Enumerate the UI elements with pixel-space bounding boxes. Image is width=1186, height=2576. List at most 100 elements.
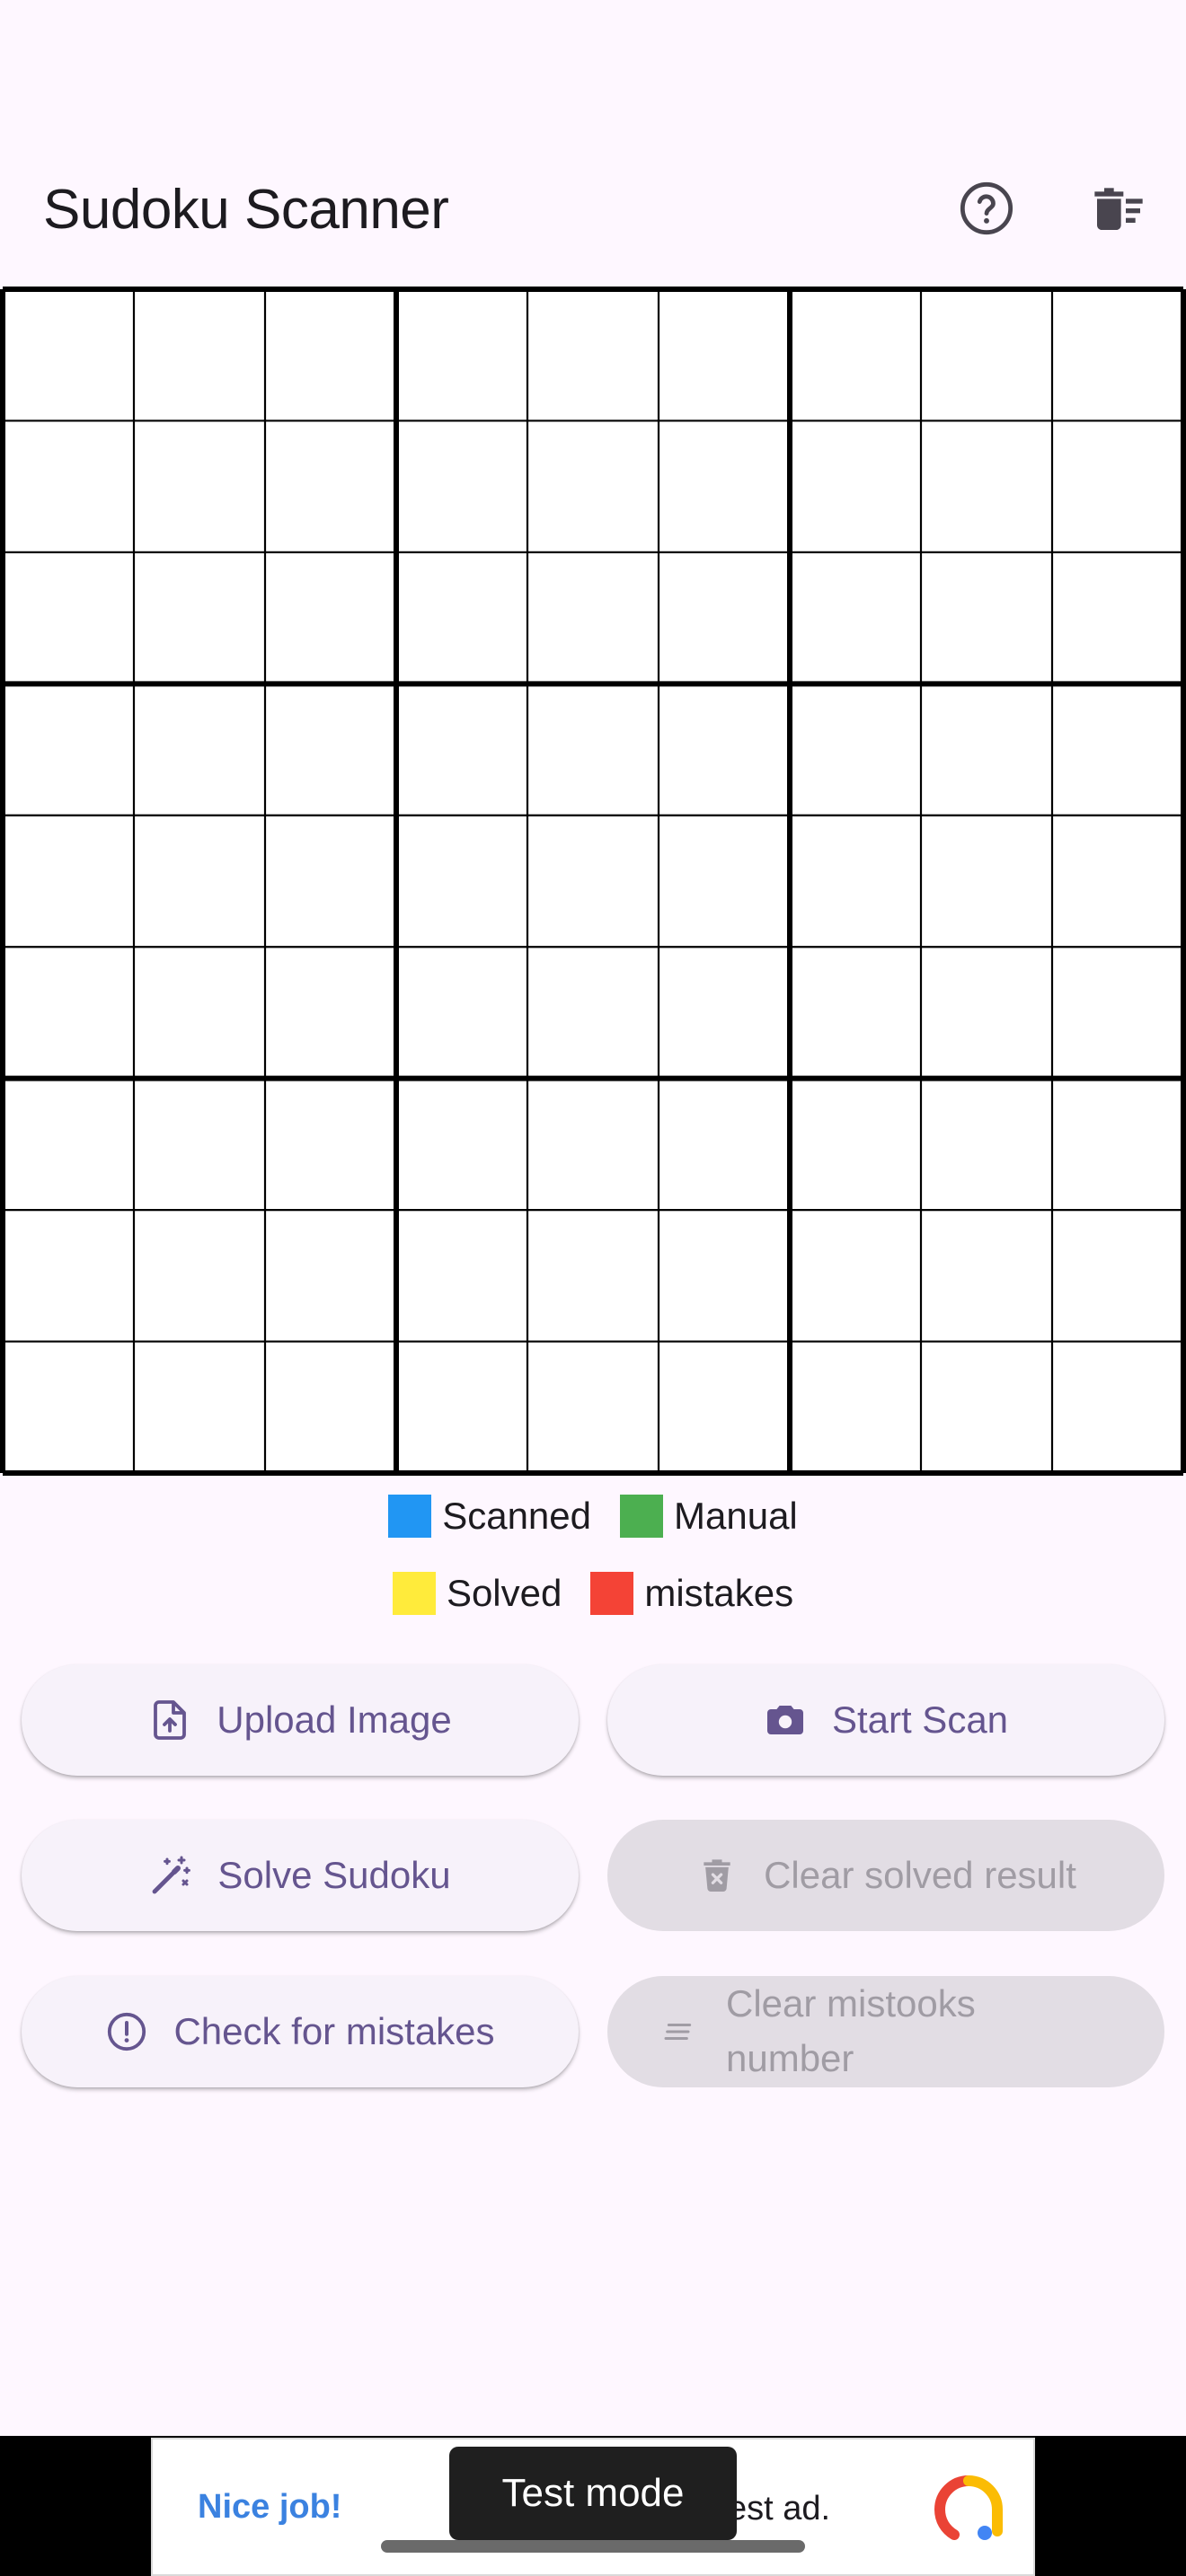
alert-circle-icon [105, 2010, 148, 2053]
sudoku-cell[interactable] [527, 1210, 659, 1342]
sudoku-cell[interactable] [527, 420, 659, 552]
sudoku-cell[interactable] [265, 947, 396, 1079]
sudoku-cell[interactable] [3, 289, 134, 421]
solve-sudoku-label: Solve Sudoku [217, 1853, 451, 1896]
sudoku-cell[interactable] [134, 947, 265, 1079]
sudoku-cell[interactable] [3, 1210, 134, 1342]
sudoku-cell[interactable] [921, 289, 1052, 421]
sudoku-cell[interactable] [1052, 947, 1183, 1079]
help-button[interactable] [951, 172, 1022, 244]
sudoku-cell[interactable] [396, 420, 527, 552]
sudoku-cell[interactable] [921, 815, 1052, 948]
sudoku-cell[interactable] [134, 289, 265, 421]
legend-swatch-manual [620, 1495, 664, 1538]
sudoku-cell[interactable] [527, 289, 659, 421]
sudoku-cell[interactable] [1052, 289, 1183, 421]
sudoku-cell[interactable] [527, 815, 659, 948]
sudoku-cell[interactable] [790, 1078, 921, 1211]
sudoku-cell[interactable] [790, 815, 921, 948]
sudoku-cell[interactable] [396, 684, 527, 816]
sudoku-cell[interactable] [134, 551, 265, 684]
sudoku-cell[interactable] [527, 947, 659, 1079]
sudoku-cell[interactable] [790, 289, 921, 421]
sudoku-cell[interactable] [790, 684, 921, 816]
sudoku-cell[interactable] [659, 289, 790, 421]
clear-mistakes-button[interactable]: Clear mistooks number [607, 1976, 1164, 2087]
sudoku-cell[interactable] [790, 420, 921, 552]
sudoku-cell[interactable] [921, 551, 1052, 684]
sudoku-cell[interactable] [790, 551, 921, 684]
sudoku-cell[interactable] [659, 815, 790, 948]
home-indicator[interactable] [381, 2540, 805, 2553]
clear-all-button[interactable] [1083, 172, 1155, 244]
sudoku-cell[interactable] [3, 551, 134, 684]
sudoku-cell[interactable] [3, 684, 134, 816]
sudoku-cell[interactable] [396, 1210, 527, 1342]
sudoku-cell[interactable] [3, 420, 134, 552]
sudoku-cell[interactable] [396, 947, 527, 1079]
sudoku-cell[interactable] [1052, 684, 1183, 816]
sudoku-cell[interactable] [790, 1341, 921, 1473]
start-scan-button[interactable]: Start Scan [607, 1664, 1164, 1776]
sudoku-cell[interactable] [3, 815, 134, 948]
sudoku-cell[interactable] [1052, 551, 1183, 684]
sudoku-cell[interactable] [265, 1078, 396, 1211]
clear-solved-result-button[interactable]: Clear solved result [607, 1820, 1164, 1931]
sudoku-cell[interactable] [396, 1078, 527, 1211]
sudoku-cell[interactable] [3, 1078, 134, 1211]
sudoku-cell[interactable] [396, 815, 527, 948]
sudoku-cell[interactable] [659, 1078, 790, 1211]
delete-sweep-icon [1094, 188, 1143, 230]
sudoku-cell[interactable] [527, 1341, 659, 1473]
sudoku-cell[interactable] [659, 1341, 790, 1473]
sudoku-cell[interactable] [396, 551, 527, 684]
sudoku-cell[interactable] [921, 1210, 1052, 1342]
sudoku-cell[interactable] [659, 684, 790, 816]
sudoku-cell[interactable] [265, 1341, 396, 1473]
sudoku-cell[interactable] [134, 815, 265, 948]
sudoku-cell[interactable] [527, 1078, 659, 1211]
sudoku-cell[interactable] [921, 947, 1052, 1079]
sudoku-cell[interactable] [1052, 1078, 1183, 1211]
sudoku-cell[interactable] [1052, 815, 1183, 948]
sudoku-cell[interactable] [134, 1078, 265, 1211]
legend-swatch-scanned [388, 1495, 432, 1538]
sudoku-cell[interactable] [790, 1210, 921, 1342]
sudoku-cell[interactable] [921, 420, 1052, 552]
sudoku-cell[interactable] [265, 289, 396, 421]
sudoku-cell[interactable] [134, 1210, 265, 1342]
sudoku-cell[interactable] [265, 684, 396, 816]
sudoku-cell[interactable] [134, 1341, 265, 1473]
ad-logo-icon [934, 2475, 1003, 2540]
sudoku-cell[interactable] [659, 1210, 790, 1342]
sudoku-cell[interactable] [265, 551, 396, 684]
sudoku-cell[interactable] [396, 1341, 527, 1473]
sudoku-cell[interactable] [265, 1210, 396, 1342]
sudoku-cell[interactable] [790, 947, 921, 1079]
sudoku-cell[interactable] [3, 1341, 134, 1473]
sudoku-cell[interactable] [134, 420, 265, 552]
sudoku-cell[interactable] [134, 684, 265, 816]
solve-sudoku-button[interactable]: Solve Sudoku [22, 1820, 579, 1931]
sudoku-cell[interactable] [921, 1341, 1052, 1473]
sudoku-cell[interactable] [1052, 1341, 1183, 1473]
clear-all-icon [658, 2010, 701, 2053]
legend-item-mistakes: mistakes [590, 1566, 793, 1620]
sudoku-cell[interactable] [527, 551, 659, 684]
sudoku-cell[interactable] [921, 684, 1052, 816]
sudoku-cell[interactable] [659, 947, 790, 1079]
sudoku-cell[interactable] [396, 289, 527, 421]
sudoku-cell[interactable] [265, 815, 396, 948]
check-mistakes-button[interactable]: Check for mistakes [22, 1976, 579, 2087]
sudoku-cell[interactable] [921, 1078, 1052, 1211]
sudoku-cell[interactable] [1052, 1210, 1183, 1342]
upload-image-button[interactable]: Upload Image [22, 1664, 579, 1776]
sudoku-cell[interactable] [1052, 420, 1183, 552]
sudoku-cell[interactable] [527, 684, 659, 816]
sudoku-cell[interactable] [265, 420, 396, 552]
sudoku-cell[interactable] [659, 551, 790, 684]
legend-row: Scanned Manual [0, 1489, 1186, 1543]
clear-mistakes-label: Clear mistooks number [726, 1982, 976, 2079]
sudoku-cell[interactable] [659, 420, 790, 552]
sudoku-cell[interactable] [3, 947, 134, 1079]
